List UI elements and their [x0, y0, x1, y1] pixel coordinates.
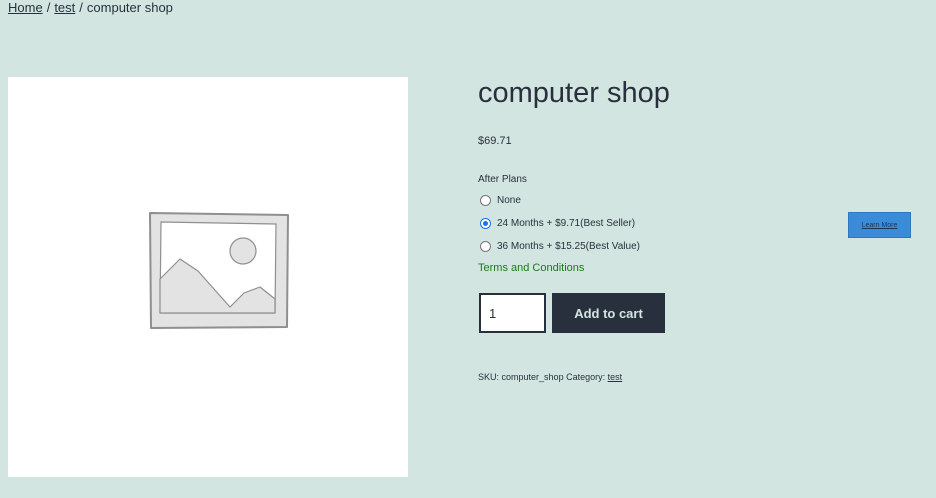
plan-radio-none[interactable]	[480, 194, 491, 206]
category-label: Category:	[566, 372, 606, 382]
plan-option-24-months[interactable]: 24 Months + $9.71(Best Seller)	[480, 216, 635, 230]
sku-value: computer_shop	[501, 372, 564, 382]
breadcrumb: Home / test / computer shop	[8, 0, 173, 16]
plan-radio-36-months[interactable]	[480, 240, 491, 252]
breadcrumb-current: computer shop	[86, 0, 173, 15]
plan-option-label: None	[497, 194, 521, 206]
breadcrumb-separator: /	[46, 0, 51, 15]
learn-more-label: Learn More	[861, 221, 898, 229]
placeholder-image-icon	[149, 212, 289, 329]
learn-more-button[interactable]: Learn More	[848, 212, 911, 238]
breadcrumb-home-link[interactable]: Home	[8, 0, 43, 15]
terms-and-conditions-link[interactable]: Terms and Conditions	[478, 262, 584, 274]
category-link[interactable]: test	[608, 372, 623, 382]
breadcrumb-category-link[interactable]: test	[54, 0, 75, 15]
plan-option-36-months[interactable]: 36 Months + $15.25(Best Value)	[480, 239, 640, 253]
quantity-input[interactable]	[479, 293, 546, 333]
plan-option-none[interactable]: None	[480, 193, 521, 207]
product-title: computer shop	[478, 77, 670, 109]
sku-label: SKU:	[478, 372, 500, 382]
breadcrumb-separator: /	[79, 0, 83, 15]
plan-option-label: 36 Months + $15.25(Best Value)	[497, 240, 640, 252]
plan-radio-24-months[interactable]	[480, 217, 491, 229]
product-image[interactable]	[8, 77, 408, 477]
product-price: $69.71	[478, 135, 512, 147]
product-page: Home / test / computer shop computer shop $6…	[0, 0, 936, 498]
plans-heading: After Plans	[478, 174, 527, 185]
add-to-cart-button[interactable]: Add to cart	[552, 293, 665, 333]
plan-option-label: 24 Months + $9.71(Best Seller)	[497, 217, 636, 229]
product-meta: SKU: computer_shop Category: test	[478, 372, 622, 382]
